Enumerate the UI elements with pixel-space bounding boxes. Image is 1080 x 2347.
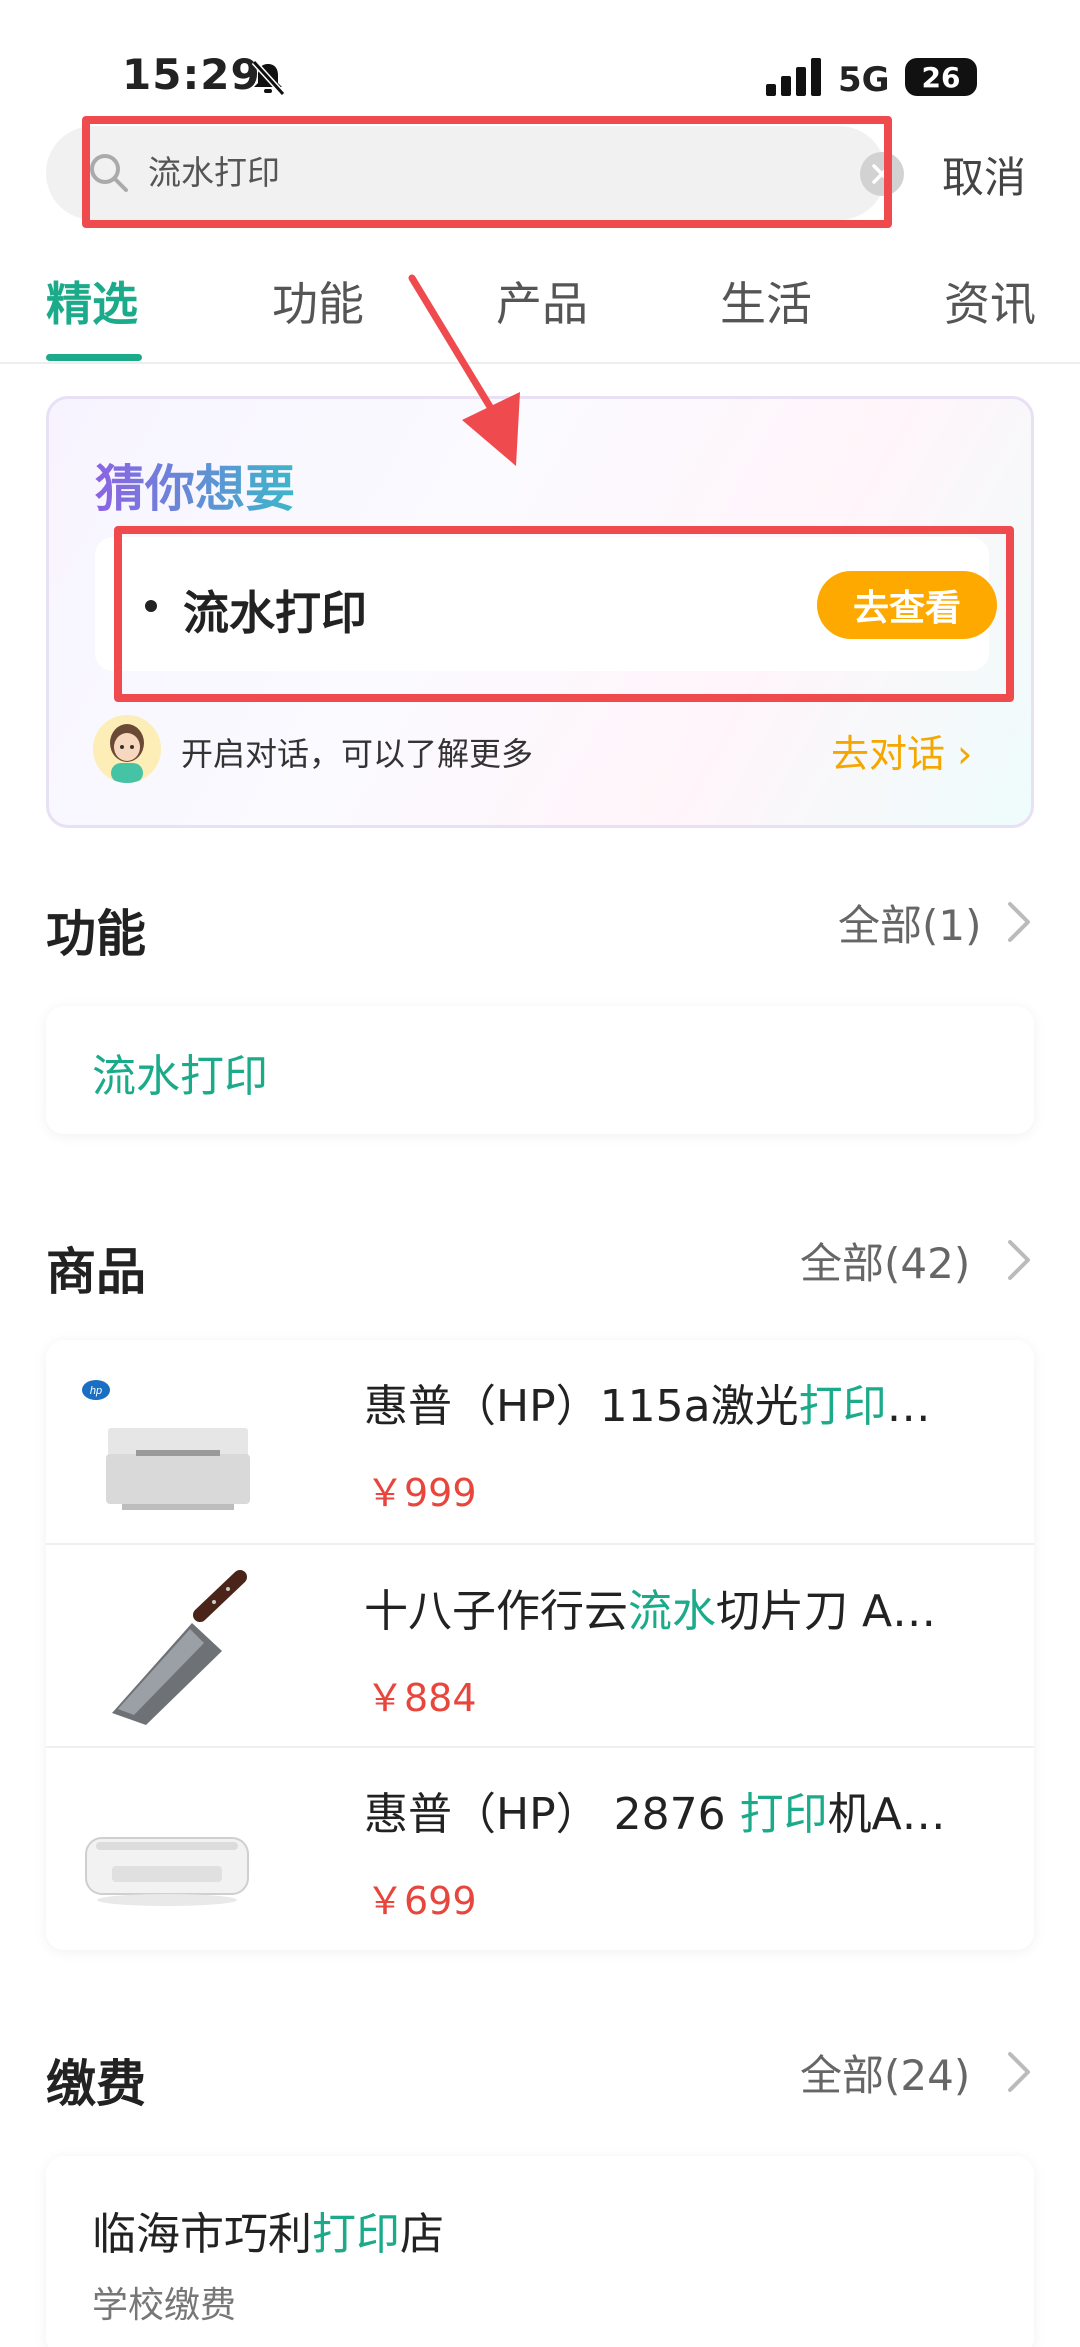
functions-card: 流水打印 — [46, 1006, 1034, 1134]
tab-functions[interactable]: 功能 — [272, 268, 364, 334]
view-button[interactable]: 去查看 — [817, 571, 997, 639]
bell-muted-icon — [251, 59, 286, 97]
cancel-button[interactable]: 取消 — [942, 144, 1026, 205]
status-time: 15:29 — [122, 50, 261, 99]
fee-category: 学校缴费 — [92, 2285, 237, 2326]
function-item[interactable]: 流水打印 — [92, 1040, 268, 1104]
go-chat-link[interactable]: 去对话 › — [831, 723, 972, 778]
functions-title: 功能 — [46, 905, 146, 963]
product-row[interactable]: 惠普（HP） 2876 打印机A… ￥699 — [46, 1746, 1034, 1949]
product-name: 十八子作行云流水切片刀 A… — [364, 1586, 937, 1637]
tab-news[interactable]: 资讯 — [944, 268, 1036, 334]
product-name: 惠普（HP） 2876 打印机A… — [364, 1789, 946, 1840]
products-all-link[interactable]: 全部(42) — [800, 1230, 970, 1291]
bullet-dot — [145, 600, 157, 612]
product-row[interactable]: hp 惠普（HP）115a激光打印… ￥999 — [46, 1340, 1034, 1543]
fee-item[interactable]: 临海市巧利打印店 学校缴费 — [46, 2156, 1034, 2347]
chevron-right-icon — [1008, 902, 1030, 942]
guess-title: 猜你想要 — [95, 449, 295, 521]
fees-title: 缴费 — [46, 2055, 146, 2113]
products-title: 商品 — [46, 1243, 146, 1301]
guess-card: 猜你想要 流水打印 去查看 开启对话，可以了解更多 去对话 › — [46, 396, 1034, 828]
status-bar: 15:29 5G 26 — [0, 0, 1080, 120]
svg-text:hp: hp — [90, 1385, 102, 1397]
inkjet-printer-image — [85, 1837, 249, 1906]
product-price: ￥699 — [366, 1879, 477, 1923]
product-name: 惠普（HP）115a激光打印… — [364, 1381, 931, 1432]
category-tabs: 精选 功能 产品 生活 资讯 — [0, 268, 1080, 364]
guess-item[interactable]: 流水打印 去查看 — [95, 537, 997, 671]
battery-icon: 26 — [905, 58, 977, 96]
chat-hint: 开启对话，可以了解更多 — [181, 735, 534, 773]
products-card: hp 惠普（HP）115a激光打印… ￥999 十八子作行云流水切片刀 A… ￥… — [46, 1340, 1034, 1950]
assistant-avatar — [93, 715, 161, 783]
search-bar[interactable]: 流水打印 — [46, 126, 904, 220]
signal-icon — [766, 58, 821, 96]
tab-life[interactable]: 生活 — [720, 268, 812, 334]
tab-indicator — [46, 354, 142, 361]
functions-all-link[interactable]: 全部(1) — [838, 892, 982, 953]
clear-icon[interactable] — [860, 152, 904, 196]
kitchen-knife-image — [112, 1570, 247, 1725]
chevron-right-icon — [1008, 2052, 1030, 2092]
chevron-right-icon — [1008, 1240, 1030, 1280]
search-input[interactable]: 流水打印 — [148, 152, 280, 194]
network-type: 5G — [838, 60, 890, 100]
fees-all-link[interactable]: 全部(24) — [800, 2042, 970, 2103]
fee-name: 临海市巧利打印店 — [92, 2209, 444, 2260]
guess-item-label: 流水打印 — [183, 586, 367, 640]
tab-products[interactable]: 产品 — [496, 268, 588, 334]
product-price: ￥999 — [366, 1471, 477, 1515]
product-price: ￥884 — [366, 1676, 477, 1720]
product-row[interactable]: 十八子作行云流水切片刀 A… ￥884 — [46, 1543, 1034, 1746]
tab-selected[interactable]: 精选 — [46, 268, 138, 334]
laser-printer-image: hp — [82, 1380, 250, 1510]
search-icon — [90, 154, 128, 192]
